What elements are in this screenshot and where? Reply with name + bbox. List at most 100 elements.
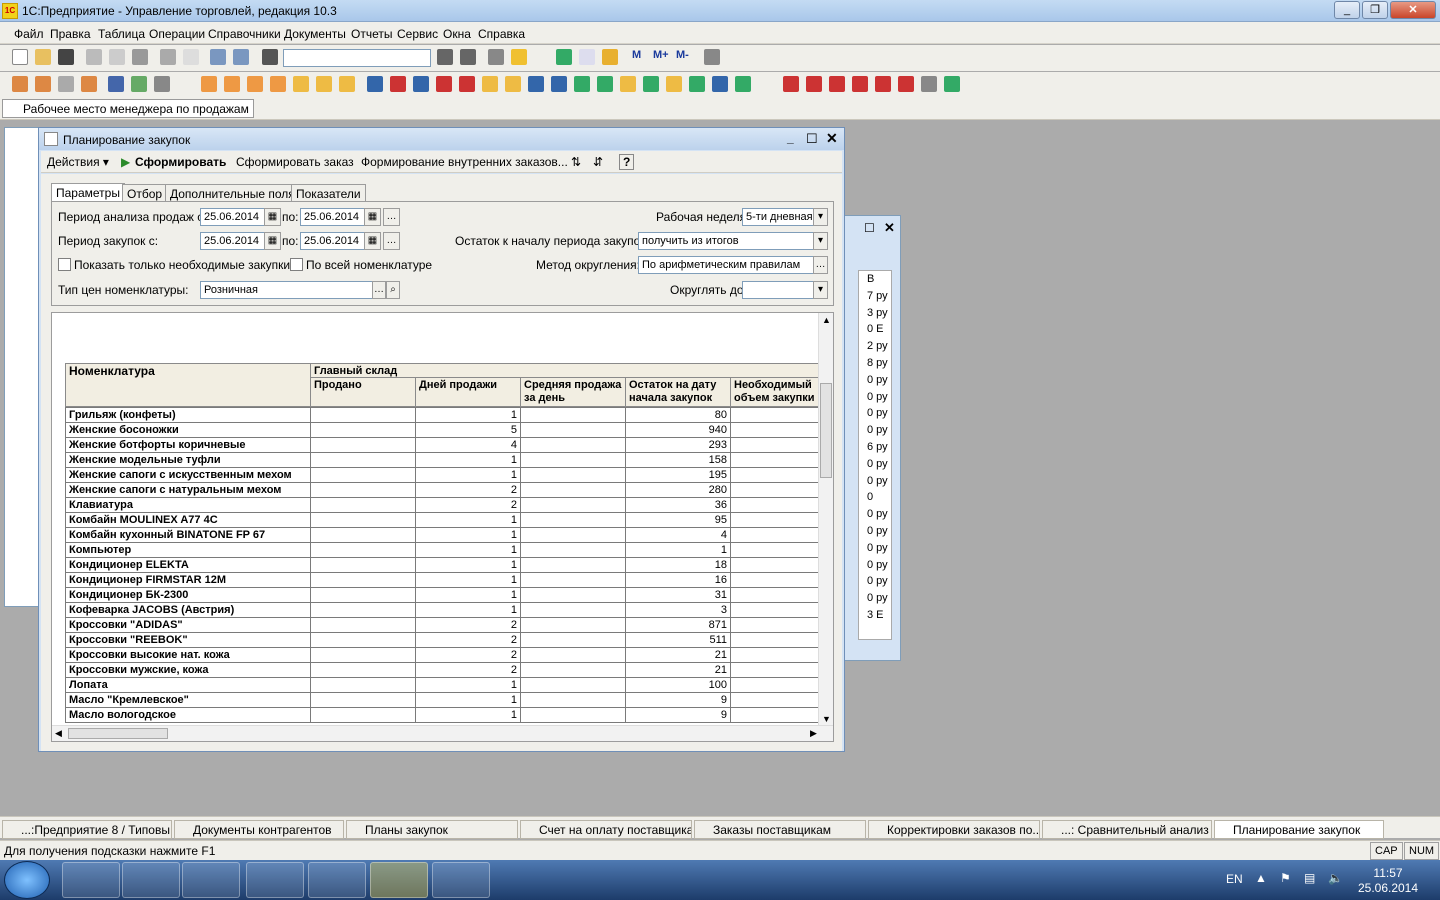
cut-icon[interactable]: [86, 49, 102, 65]
menu-operations[interactable]: Операции: [149, 27, 205, 41]
table-row[interactable]: Масло вологодское 1 9: [65, 707, 821, 723]
table-row[interactable]: Кроссовки "ADIDAS" 2 871: [65, 617, 821, 633]
table-row[interactable]: Кондиционер FIRMSTAR 12M 1 16: [65, 572, 821, 588]
toolbar-order9-icon[interactable]: [551, 76, 567, 92]
help-button[interactable]: ?: [619, 154, 635, 170]
sales-from-field[interactable]: 25.06.2014: [200, 208, 266, 226]
horizontal-scrollbar[interactable]: ◀ ▶: [52, 725, 833, 741]
scroll-thumb[interactable]: [820, 383, 832, 478]
scroll-right-icon[interactable]: ▶: [810, 728, 817, 739]
menu-windows[interactable]: Окна: [443, 27, 471, 41]
all-items-checkbox[interactable]: [290, 258, 303, 271]
windows-icon[interactable]: [488, 49, 504, 65]
flag-icon[interactable]: ▤: [1304, 871, 1315, 885]
toolbar-report8-icon[interactable]: [944, 76, 960, 92]
toolbar-order10-icon[interactable]: [574, 76, 590, 92]
toolbar-order8-icon[interactable]: [528, 76, 544, 92]
toolbar-order4-icon[interactable]: [436, 76, 452, 92]
toolbar-order14-icon[interactable]: [666, 76, 682, 92]
1c-help-icon[interactable]: [511, 49, 527, 65]
price-type-select-button[interactable]: …: [372, 281, 386, 299]
open-icon[interactable]: [35, 49, 51, 65]
menu-catalogs[interactable]: Справочники: [208, 27, 281, 41]
menu-help[interactable]: Справка: [478, 27, 525, 41]
table-row[interactable]: Масло "Кремлевское" 1 9: [65, 692, 821, 708]
table-row[interactable]: Грильяж (конфеты) 1 80: [65, 407, 821, 423]
toolbar-goods3-icon[interactable]: [247, 76, 263, 92]
round-to-select[interactable]: [742, 281, 814, 299]
network-icon[interactable]: ⚑: [1280, 871, 1291, 885]
tools-icon[interactable]: [704, 49, 720, 65]
toolbar-cashbox-icon[interactable]: [81, 76, 97, 92]
clock[interactable]: 11:57 25.06.2014: [1356, 866, 1420, 896]
chevron-down-icon[interactable]: ▾: [813, 208, 828, 226]
table-row[interactable]: Кроссовки мужские, кожа 2 21: [65, 662, 821, 678]
window-tab[interactable]: ...: Сравнительный анализ ...: [1042, 820, 1212, 839]
table-row[interactable]: Женские сапоги с искусственным мехом 1 195: [65, 467, 821, 483]
vertical-scrollbar[interactable]: ▲ ▼: [818, 313, 833, 726]
paint-icon[interactable]: [432, 862, 490, 898]
h-scroll-thumb[interactable]: [68, 728, 168, 739]
toolbar-chart-icon[interactable]: [154, 76, 170, 92]
toolbar-report7-icon[interactable]: [921, 76, 937, 92]
table-row[interactable]: Компьютер 1 1: [65, 542, 821, 558]
chrome-icon[interactable]: [246, 862, 304, 898]
toolbar-goods4-icon[interactable]: [270, 76, 286, 92]
preview-icon[interactable]: [183, 49, 199, 65]
window-tab[interactable]: Корректировки заказов по...: [868, 820, 1040, 839]
background-window-left[interactable]: [4, 127, 40, 607]
work-week-select[interactable]: 5-ти дневная: [742, 208, 815, 226]
toolbar-report4-icon[interactable]: [852, 76, 868, 92]
print-icon[interactable]: [160, 49, 176, 65]
tray-arrow-icon[interactable]: ▲: [1255, 871, 1267, 885]
minimize-button[interactable]: _: [1334, 1, 1360, 19]
table-row[interactable]: Кондиционер ELEKTA 1 18: [65, 557, 821, 573]
find-next-icon[interactable]: [437, 49, 453, 65]
menu-documents[interactable]: Документы: [284, 27, 346, 41]
window-tab[interactable]: ...:Предприятие 8 / Типовы...: [2, 820, 172, 839]
paste-icon[interactable]: [132, 49, 148, 65]
toolbar-grid-icon[interactable]: [131, 76, 147, 92]
settings-icon[interactable]: ⇅: [571, 155, 581, 169]
table-row[interactable]: Клавиатура 2 36: [65, 497, 821, 513]
toolbar-report6-icon[interactable]: [898, 76, 914, 92]
toolbar-report2-icon[interactable]: [806, 76, 822, 92]
menu-reports[interactable]: Отчеты: [351, 27, 392, 41]
close-button[interactable]: ✕: [1390, 1, 1436, 19]
window-tab[interactable]: Документы контрагентов: [174, 820, 344, 839]
tab-indicators[interactable]: Показатели: [291, 184, 366, 201]
redo-icon[interactable]: [233, 49, 249, 65]
chevron-down-icon[interactable]: ▾: [813, 281, 828, 299]
toolbar-order16-icon[interactable]: [712, 76, 728, 92]
undo-icon[interactable]: [210, 49, 226, 65]
menu-file[interactable]: Файл: [14, 27, 44, 41]
table-row[interactable]: Женские модельные туфли 1 158: [65, 452, 821, 468]
copy-icon[interactable]: [109, 49, 125, 65]
period-select-button[interactable]: …: [383, 232, 400, 250]
calendar-icon[interactable]: ▦: [264, 208, 281, 226]
window-close-button[interactable]: ✕: [826, 130, 838, 147]
table-row[interactable]: Кондиционер БК-2300 1 31: [65, 587, 821, 603]
calendar-icon[interactable]: ▦: [264, 232, 281, 250]
purchase-planning-window[interactable]: Планирование закупок _ ☐ ✕ Действия ▾ ▶ …: [38, 127, 845, 752]
volume-icon[interactable]: 🔈: [1328, 871, 1343, 885]
report-spreadsheet[interactable]: Номенклатура Главный склад Продано Дней …: [51, 312, 834, 742]
window-maximize-button[interactable]: ☐: [806, 131, 818, 147]
toolbar-order5-icon[interactable]: [459, 76, 475, 92]
save-icon[interactable]: [58, 49, 74, 65]
tab-additional-fields[interactable]: Дополнительные поля: [165, 184, 300, 201]
memory-plus-icon[interactable]: M+: [653, 49, 669, 65]
table-row[interactable]: Кофеварка JACOBS (Австрия) 1 3: [65, 602, 821, 618]
toolbar-goods5-icon[interactable]: [293, 76, 309, 92]
window-tab[interactable]: Заказы поставщикам: [694, 820, 866, 839]
new-document-icon[interactable]: [12, 49, 28, 65]
toolbar-report5-icon[interactable]: [875, 76, 891, 92]
generate-order-button[interactable]: Сформировать заказ: [236, 155, 354, 169]
toolbar-printer-icon[interactable]: [58, 76, 74, 92]
calendar-icon[interactable]: ▦: [364, 232, 381, 250]
keyboard-language[interactable]: EN: [1226, 872, 1243, 886]
table-row[interactable]: Женские сапоги с натуральным мехом 2 280: [65, 482, 821, 498]
find-icon[interactable]: [262, 49, 278, 65]
toolbar-order15-icon[interactable]: [689, 76, 705, 92]
purchase-from-field[interactable]: 25.06.2014: [200, 232, 266, 250]
